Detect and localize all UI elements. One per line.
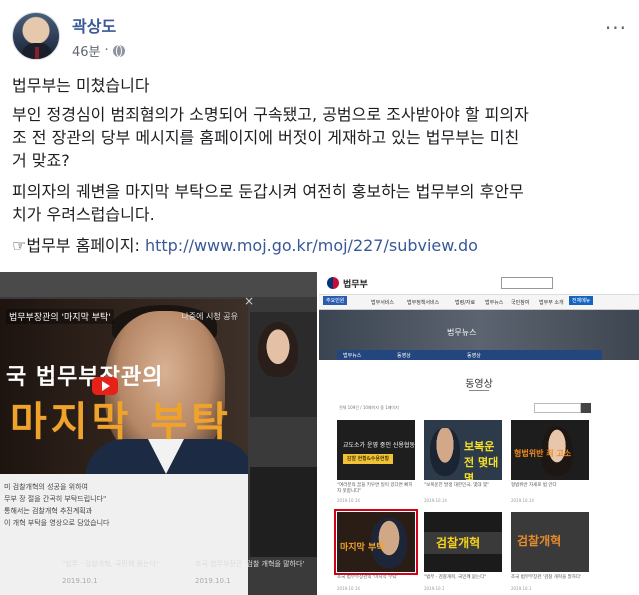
moj-video-thumb-4: 마지막 부탁: [334, 509, 418, 575]
nav-item-7: 전체메뉴: [569, 296, 594, 305]
moj-video-meta-6: 2019.10.1: [511, 586, 532, 591]
link-prefix: ☞법무부 홈페이지:: [12, 236, 145, 255]
moj-video-thumb-1: 교도소가 운영 중인 신용협동 감찰 현황&수용현황: [337, 420, 415, 480]
moj-video-caption-5: "법무 · 검찰개혁, 국민께 묻는다": [424, 575, 487, 580]
nav-item-0: 주요민원: [323, 296, 348, 305]
moj-search-input: [501, 277, 553, 289]
moj-count-text: 전체 109건 / 10페이지 중 1페이지: [339, 405, 399, 410]
video-title-line-1: 국 법무부장관의: [6, 365, 164, 390]
modal-line-2: 무부 장 절을 간곡히 부탁드립니다": [4, 495, 107, 503]
video-title-line-2: 마지막 부탁: [10, 399, 232, 445]
post-body: 법무부는 미쳤습니다 부인 정경심이 범죄혐의가 소명되어 구속됐고, 공범으로…: [12, 74, 624, 265]
moj-video-thumb-3: 형법위반 죄 고소: [511, 420, 589, 480]
left-caption-1: "법무 · 검찰개혁, 국민께 묻는다": [62, 560, 160, 568]
government-logo-icon: [327, 277, 339, 289]
video-overlay-title: 법무부장관의 '마지막 부탁': [6, 309, 114, 324]
thumb-2-person: [430, 428, 460, 476]
moj-brand: 법무부: [343, 280, 368, 290]
left-caption-2: 조국 법무부장관 '검찰 개혁을 말하다': [195, 560, 305, 568]
post-paragraph-2-line-2: 조 전 장관의 당부 메시지를 홈페이지에 버젓이 게재하고 있는 법무부는 미…: [12, 128, 520, 147]
left-screenshot-image[interactable]: 법무부장관의 '마지막 부탁' 국 법무부장관의 마지막 부탁 나중에 시청 공…: [0, 272, 317, 595]
close-icon[interactable]: ×: [244, 294, 254, 308]
post-paragraph-2-line-1: 부인 정경심이 범죄혐의가 소명되어 구속됐고, 공범으로 조사받아야 할 피의…: [12, 105, 529, 124]
right-screenshot-image[interactable]: 법무부 주요민원 법무서비스 법무정책서비스 법령/자료 법무뉴스 국민참여 법…: [319, 272, 639, 595]
moj-filter-select: [534, 403, 581, 413]
crumb-1: 동영상: [397, 353, 411, 359]
avatar-tie: [35, 47, 39, 59]
post-time[interactable]: 46분: [72, 41, 101, 60]
moj-video-caption-6: 조국 법무부장관 '검찰 개혁을 말하다': [511, 575, 582, 580]
moj-banner-text: 법무뉴스: [447, 328, 477, 337]
more-options-icon[interactable]: ···: [605, 16, 627, 40]
moj-video-caption-3: 형법위반 자세로 법 안다: [511, 483, 557, 488]
post-images: 법무부장관의 '마지막 부탁' 국 법무부장관의 마지막 부탁 나중에 시청 공…: [0, 272, 639, 595]
moj-video-caption-4: 조국 법무부장관의 '마지막 부탁': [337, 575, 398, 580]
globe-icon: [112, 44, 125, 57]
girl-photo: [258, 322, 298, 377]
moj-breadcrumb: 법무뉴스 동영상 동영상: [337, 350, 602, 360]
modal-line-3: 통해서는 검찰개혁 추진계획과: [4, 507, 93, 515]
nav-item-3: 법령/자료: [455, 300, 476, 306]
left-meta-1: 2019.10.1: [62, 577, 98, 585]
video-share-actions[interactable]: 나중에 시청 공유: [181, 311, 238, 322]
moj-search-button: [581, 403, 591, 413]
post-paragraph-3-line-1: 피의자의 궤변을 마지막 부탁으로 둔갑시켜 여전히 홍보하는 법무부의 후안무: [12, 182, 524, 201]
moj-video-thumb-6: 검찰개혁: [511, 512, 589, 572]
left-side-thumbnail-2: [250, 467, 317, 557]
left-side-thumbnail: [250, 312, 317, 417]
post-paragraph-2: 부인 정경심이 범죄혐의가 소명되어 구속됐고, 공범으로 조사받아야 할 피의…: [12, 103, 624, 172]
nav-item-6: 법무부 소개: [539, 300, 564, 306]
moj-video-thumb-5: 검찰개혁: [424, 512, 502, 572]
moj-homepage-link[interactable]: http://www.moj.go.kr/moj/227/subview.do: [145, 236, 478, 255]
post-paragraph-3: 피의자의 궤변을 마지막 부탁으로 둔갑시켜 여전히 홍보하는 법무부의 후안무…: [12, 180, 624, 226]
post-paragraph-3-line-2: 치가 우려스럽습니다.: [12, 205, 155, 224]
nav-item-4: 법무뉴스: [485, 300, 504, 306]
thumb-3-title: 형법위반 죄 고소: [514, 449, 572, 458]
crumb-0: 법무뉴스: [343, 353, 362, 359]
moj-header: 법무부: [319, 272, 639, 295]
nav-item-2: 법무정책서비스: [407, 300, 440, 306]
thumb-4-title: 마지막 부탁: [340, 543, 385, 553]
post-meta: 46분 ·: [72, 41, 125, 60]
thumb-6-title: 검찰개혁: [517, 534, 562, 548]
crumb-3: 동영상: [467, 353, 481, 359]
nav-item-1: 법무서비스: [371, 300, 395, 306]
modal-line-4: 이 개혁 부탁을 영상으로 담았습니다: [4, 519, 110, 527]
video-player[interactable]: 법무부장관의 '마지막 부탁' 국 법무부장관의 마지막 부탁 나중에 시청 공…: [0, 299, 248, 474]
moj-video-meta-5: 2019.10.1: [424, 586, 445, 591]
left-top-strip: [0, 272, 317, 297]
heading-underline: [469, 390, 489, 391]
author-name[interactable]: 곽상도: [72, 13, 116, 37]
moj-video-meta-1: 2019.10.14: [337, 498, 360, 503]
moj-heading: 동영상: [465, 379, 493, 390]
thumb-1-box: 감찰 현황&수용현황: [343, 454, 393, 464]
left-meta-2: 2019.10.1: [195, 577, 231, 585]
thumb-2-title: 보복운전 몇대 몇: [464, 440, 499, 480]
moj-video-meta-2: 2019.10.14: [424, 498, 447, 503]
moj-video-meta-3: 2019.10.14: [511, 498, 534, 503]
youtube-play-icon[interactable]: [92, 377, 118, 395]
video-modal: 법무부장관의 '마지막 부탁' 국 법무부장관의 마지막 부탁 나중에 시청 공…: [0, 299, 248, 595]
thumb-5-title: 검찰개혁: [436, 536, 481, 550]
moj-video-caption-2: "보복운전 발생 대한민국, 몇대 몇": [424, 483, 490, 488]
nav-item-5: 국민참여: [511, 300, 530, 306]
author-avatar[interactable]: [12, 12, 60, 60]
moj-video-caption-1: "여러분의 꿈을 키우면 일이 있다면 빠지지 못합니다": [337, 483, 413, 494]
moj-video-meta-4: 2019.10.14: [337, 586, 360, 591]
post-header: 곽상도 46분 · ···: [12, 10, 627, 62]
post-paragraph-1: 법무부는 미쳤습니다: [12, 76, 150, 95]
modal-line-1: 미 검찰개혁의 성공을 위하여: [4, 483, 88, 491]
post-link-line: ☞법무부 홈페이지: http://www.moj.go.kr/moj/227/…: [12, 234, 624, 257]
modal-description: 미 검찰개혁의 성공을 위하여 무부 장 절을 간곡히 부탁드립니다" 통해서는…: [4, 481, 110, 529]
moj-nav: 주요민원 법무서비스 법무정책서비스 법령/자료 법무뉴스 국민참여 법무부 소…: [319, 295, 639, 310]
moj-video-thumb-2: 보복운전 몇대 몇: [424, 420, 502, 480]
post-paragraph-2-line-3: 거 맞죠?: [12, 151, 70, 170]
thumb-1-label: 교도소가 운영 중인 신용협동: [343, 442, 415, 449]
